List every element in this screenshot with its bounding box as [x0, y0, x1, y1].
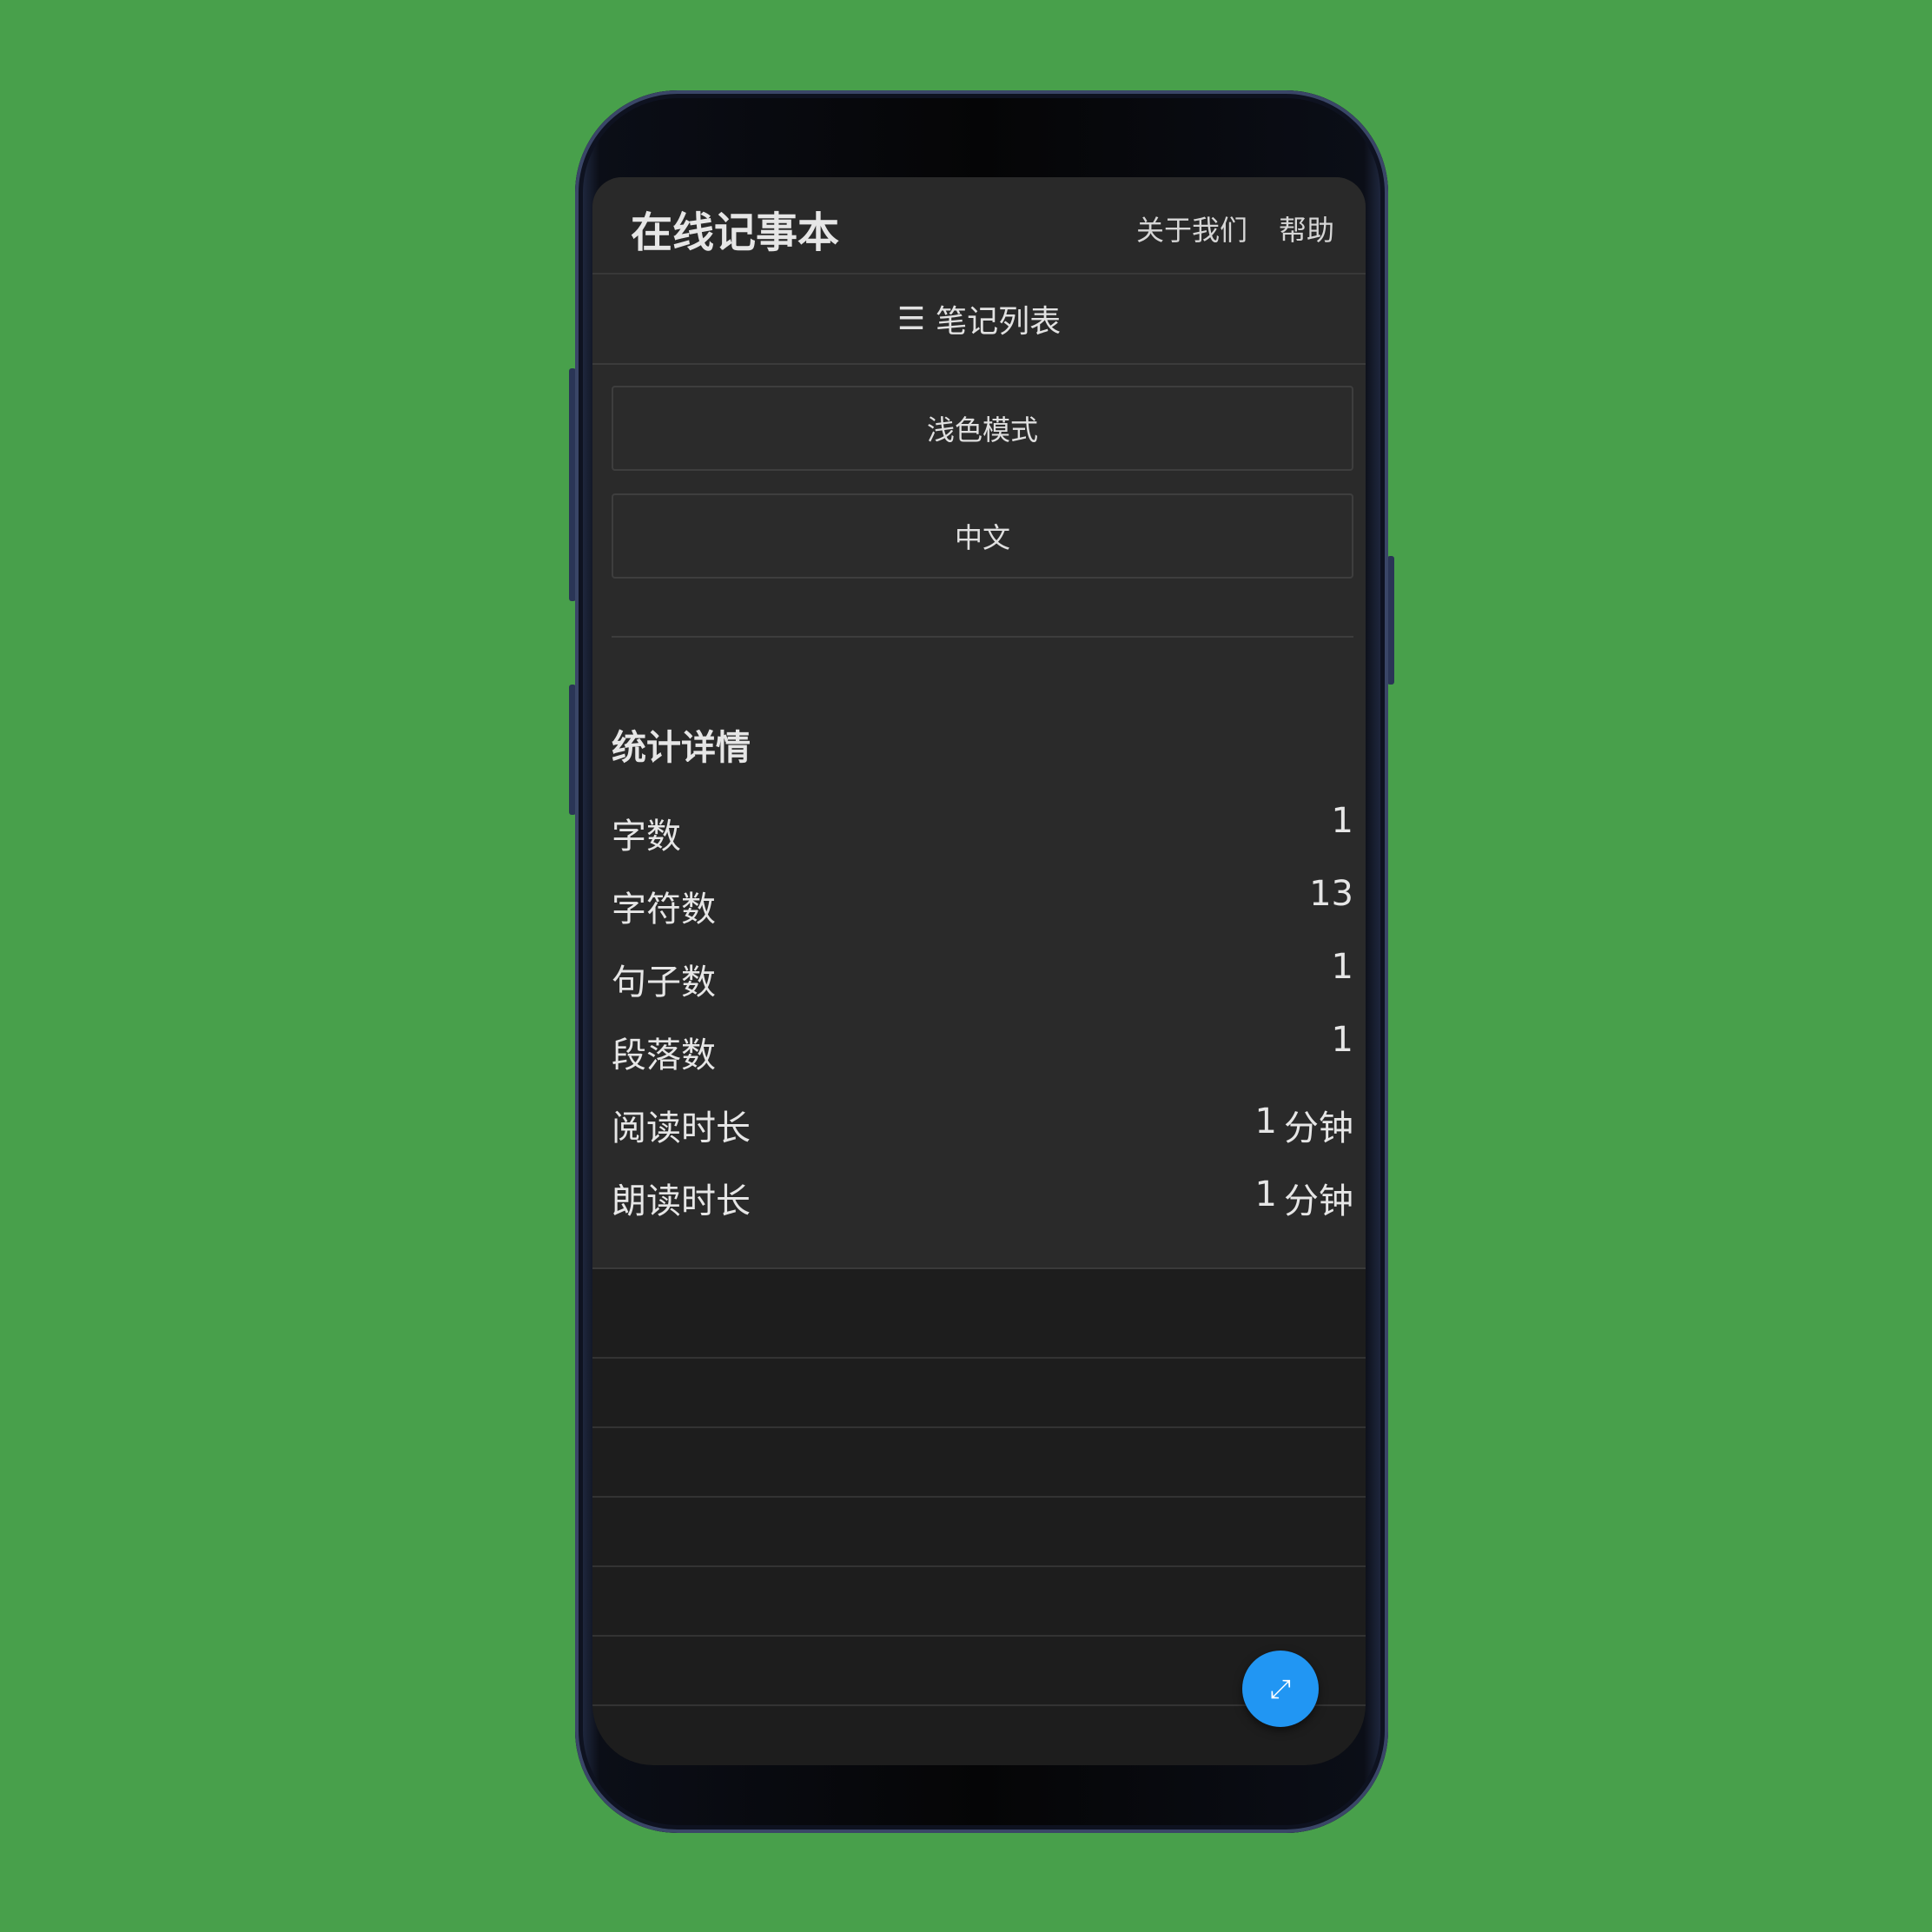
- divider: [612, 636, 1353, 638]
- light-mode-button[interactable]: 浅色模式: [612, 386, 1353, 471]
- editor-rule-line: [592, 1426, 1366, 1428]
- stat-unit: 分钟: [1284, 1181, 1353, 1221]
- stat-label: 阅读时长: [612, 1108, 751, 1148]
- sidebar-panel: ☰ 笔记列表 浅色模式 中文 统计详情 字数 1 字符数 13 句子数 1 段落…: [592, 275, 1366, 1269]
- stat-value: 1: [1331, 801, 1353, 841]
- notes-list-label: 笔记列表: [936, 304, 1062, 340]
- stat-row-reading-time: 阅读时长 1 分钟: [612, 1088, 1353, 1148]
- notes-list-toggle[interactable]: ☰ 笔记列表: [592, 275, 1366, 365]
- phone-frame: 在线记事本 关于我们 帮助 ☰ 笔记列表 浅色模式 中文 统计详情 字数 1 字…: [575, 90, 1388, 1833]
- stat-row-sentence-count: 句子数 1: [612, 942, 1353, 1002]
- stat-row-word-count: 字数 1: [612, 796, 1353, 857]
- stat-row-paragraph-count: 段落数 1: [612, 1015, 1353, 1075]
- top-navbar: 在线记事本 关于我们 帮助: [592, 177, 1366, 275]
- help-link[interactable]: 帮助: [1279, 208, 1334, 248]
- stat-value: 1 分钟: [1254, 1102, 1353, 1148]
- phone-screen: 在线记事本 关于我们 帮助 ☰ 笔记列表 浅色模式 中文 统计详情 字数 1 字…: [592, 177, 1366, 1765]
- editor-rule-line: [592, 1635, 1366, 1637]
- stat-label: 字符数: [612, 890, 716, 930]
- stat-row-speaking-time: 朗读时长 1 分钟: [612, 1161, 1353, 1221]
- about-link[interactable]: 关于我们: [1136, 208, 1247, 248]
- stat-value: 1: [1331, 1020, 1353, 1060]
- stat-row-character-count: 字符数 13: [612, 869, 1353, 930]
- phone-power-button: [1387, 556, 1394, 685]
- stat-label: 朗读时长: [612, 1181, 751, 1221]
- stat-value: 13: [1309, 874, 1353, 914]
- stat-label: 字数: [612, 817, 681, 857]
- editor-rule-line: [592, 1496, 1366, 1498]
- editor-rule-line: [592, 1357, 1366, 1359]
- menu-icon: ☰: [897, 301, 926, 337]
- stat-label: 段落数: [612, 1035, 716, 1075]
- stat-unit: 分钟: [1284, 1108, 1353, 1148]
- app-title: 在线记事本: [631, 208, 840, 257]
- expand-arrows-icon: ⤢: [1270, 1673, 1291, 1704]
- language-button[interactable]: 中文: [612, 493, 1353, 579]
- stat-label: 句子数: [612, 963, 716, 1002]
- stat-value: 1 分钟: [1254, 1174, 1353, 1221]
- stats-title: 统计详情: [612, 728, 751, 768]
- fullscreen-button[interactable]: ⤢: [1242, 1651, 1319, 1727]
- editor-rule-line: [592, 1565, 1366, 1567]
- stat-value: 1: [1331, 947, 1353, 987]
